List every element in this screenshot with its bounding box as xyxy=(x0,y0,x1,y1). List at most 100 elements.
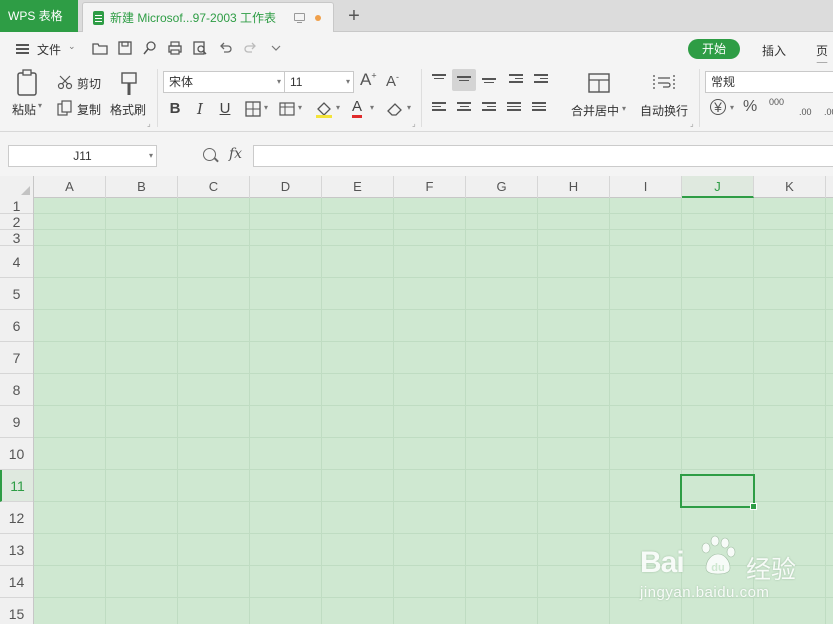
format-painter-button[interactable]: 格式刷 xyxy=(110,101,146,118)
chevron-down-icon[interactable]: ▾ xyxy=(264,103,268,112)
italic-button[interactable]: I xyxy=(190,99,210,119)
active-cell[interactable] xyxy=(680,474,757,510)
column-gridline xyxy=(249,198,250,624)
font-family-value: 宋体 xyxy=(169,75,194,89)
row-header-10[interactable]: 10 xyxy=(0,438,33,470)
column-header-h[interactable]: H xyxy=(538,176,610,198)
row-header-13[interactable]: 13 xyxy=(0,534,33,566)
zoom-icon[interactable] xyxy=(203,148,216,161)
menu-icon[interactable] xyxy=(16,44,29,46)
chevron-down-icon[interactable]: ⌄ xyxy=(68,41,76,52)
cell-style-icon[interactable] xyxy=(279,101,295,117)
chevron-down-icon[interactable]: ▾ xyxy=(298,103,302,112)
column-header-j[interactable]: J xyxy=(682,176,754,198)
align-top-icon[interactable] xyxy=(432,74,446,86)
document-tab[interactable]: 新建 Microsof...97-2003 工作表 xyxy=(82,2,334,32)
formula-input[interactable] xyxy=(253,145,833,167)
file-menu[interactable]: 文件 xyxy=(37,41,61,58)
chevron-down-icon[interactable]: ▾ xyxy=(149,146,153,166)
row-header-7[interactable]: 7 xyxy=(0,342,33,374)
row-gridline xyxy=(34,213,833,214)
row-header-9[interactable]: 9 xyxy=(0,406,33,438)
name-box[interactable]: J11 ▾ xyxy=(8,145,157,167)
increase-decimal-button[interactable]: .00 xyxy=(799,107,812,117)
paste-icon[interactable] xyxy=(15,69,41,97)
redo-icon[interactable] xyxy=(242,40,258,56)
column-header-i[interactable]: I xyxy=(610,176,682,198)
print-preview-icon[interactable] xyxy=(192,40,208,56)
paste-dropdown-icon[interactable]: ▾ xyxy=(38,101,42,110)
monitor-icon[interactable] xyxy=(294,13,305,23)
number-format-select[interactable]: 常规 xyxy=(705,71,833,93)
column-header-a[interactable]: A xyxy=(34,176,106,198)
align-right-icon[interactable] xyxy=(482,102,496,114)
undo-icon[interactable] xyxy=(218,40,234,56)
font-color-button[interactable]: A xyxy=(352,99,363,118)
thousands-separator-button[interactable]: 000 xyxy=(769,97,784,107)
dialog-launcher-icon[interactable]: ⌟ xyxy=(412,119,416,128)
cut-button[interactable]: 剪切 xyxy=(77,75,101,92)
chevron-down-icon[interactable]: ▾ xyxy=(730,103,734,112)
insert-function-button[interactable]: fx xyxy=(229,146,242,162)
increase-font-size-icon[interactable]: A+ xyxy=(360,70,377,90)
chevron-down-icon[interactable]: ▾ xyxy=(370,103,374,112)
row-header-6[interactable]: 6 xyxy=(0,310,33,342)
align-center-icon[interactable] xyxy=(457,102,471,114)
open-folder-icon[interactable] xyxy=(92,40,108,56)
row-header-11[interactable]: 11 xyxy=(0,470,33,502)
font-size-select[interactable]: 11 ▾ xyxy=(284,71,354,93)
decrease-indent-icon[interactable] xyxy=(509,74,523,86)
dialog-launcher-icon[interactable]: ⌟ xyxy=(690,119,694,128)
column-header-f[interactable]: F xyxy=(394,176,466,198)
chevron-down-icon[interactable]: ▾ xyxy=(407,103,411,112)
column-header-b[interactable]: B xyxy=(106,176,178,198)
select-all-button[interactable] xyxy=(0,176,34,198)
column-header-c[interactable]: C xyxy=(178,176,250,198)
row-header-15[interactable]: 15 xyxy=(0,598,33,624)
underline-button[interactable]: U xyxy=(215,99,235,119)
distributed-align-icon[interactable] xyxy=(532,102,546,114)
print-icon[interactable] xyxy=(167,40,183,56)
column-header-k[interactable]: K xyxy=(754,176,826,198)
decrease-decimal-button[interactable]: .00 xyxy=(824,107,833,117)
column-header-g[interactable]: G xyxy=(466,176,538,198)
row-header-3[interactable]: 3 xyxy=(0,230,33,246)
chevron-down-icon[interactable]: ▾ xyxy=(622,104,626,113)
customize-toolbar-icon[interactable] xyxy=(268,40,284,56)
chevron-down-icon[interactable]: ▾ xyxy=(336,103,340,112)
copy-button[interactable]: 复制 xyxy=(77,101,101,118)
decrease-font-size-icon[interactable]: A- xyxy=(386,72,399,90)
tab-start[interactable]: 开始 xyxy=(688,39,740,59)
percent-button[interactable]: % xyxy=(743,98,757,116)
align-bottom-icon[interactable] xyxy=(482,78,496,90)
row-header-1[interactable]: 1 xyxy=(0,198,33,214)
bold-button[interactable]: B xyxy=(165,99,185,119)
new-tab-button[interactable]: + xyxy=(342,2,366,30)
save-icon[interactable] xyxy=(117,40,133,56)
find-icon[interactable] xyxy=(142,40,158,56)
currency-button[interactable]: ¥ xyxy=(710,99,726,115)
ribbon-divider xyxy=(421,69,422,127)
tab-insert[interactable]: 插入 xyxy=(762,42,786,59)
merge-center-button[interactable]: 合并居中 xyxy=(571,102,619,119)
justify-icon[interactable] xyxy=(507,102,521,114)
column-header-e[interactable]: E xyxy=(322,176,394,198)
increase-indent-icon[interactable] xyxy=(534,74,548,86)
row-header-14[interactable]: 14 xyxy=(0,566,33,598)
font-family-select[interactable]: 宋体 ▾ xyxy=(163,71,285,93)
eraser-icon[interactable] xyxy=(386,101,404,117)
row-header-8[interactable]: 8 xyxy=(0,374,33,406)
watermark-logo-text: Bai xyxy=(640,546,685,579)
row-header-4[interactable]: 4 xyxy=(0,246,33,278)
app-tab[interactable]: WPS 表格 xyxy=(0,0,78,32)
wrap-text-button[interactable]: 自动换行 xyxy=(640,102,688,119)
column-header-d[interactable]: D xyxy=(250,176,322,198)
borders-icon[interactable] xyxy=(245,101,261,117)
row-header-12[interactable]: 12 xyxy=(0,502,33,534)
paste-button[interactable]: 粘贴 xyxy=(12,101,36,118)
row-header-5[interactable]: 5 xyxy=(0,278,33,310)
row-header-2[interactable]: 2 xyxy=(0,214,33,230)
align-left-icon[interactable] xyxy=(432,102,446,114)
fill-color-icon[interactable] xyxy=(314,99,334,119)
dialog-launcher-icon[interactable]: ⌟ xyxy=(147,119,151,128)
